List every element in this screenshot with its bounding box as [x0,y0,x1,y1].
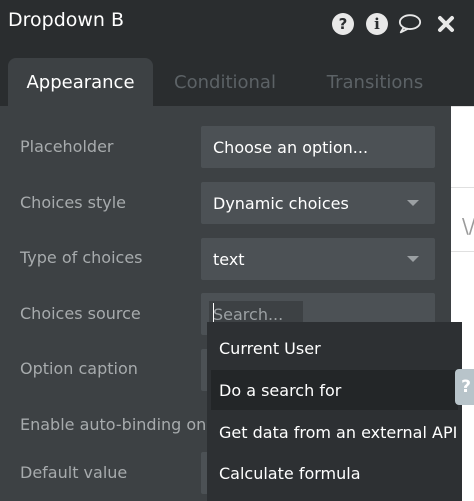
close-icon[interactable] [434,12,458,36]
choices-source-dropdown: Current User Do a search for Get data fr… [207,322,462,501]
help-side-tab[interactable]: ? [455,369,474,405]
type-of-choices-value: text [213,249,245,269]
dropdown-item-calculate-formula[interactable]: Calculate formula [211,453,458,493]
info-icon[interactable]: i [365,12,389,36]
option-caption-label: Option caption [20,359,138,378]
dropdown-item-external-api[interactable]: Get data from an external API [211,412,458,452]
help-icon[interactable]: ? [331,12,355,36]
placeholder-label: Placeholder [20,137,114,156]
editor-divider [450,251,474,252]
help-icon-glyph: ? [332,13,354,35]
info-icon-glyph: i [366,13,388,35]
placeholder-input[interactable]: Choose an option... [201,126,435,168]
choices-style-value: Dynamic choices [213,193,349,213]
default-value-label: Default value [20,463,128,482]
type-of-choices-label: Type of choices [20,248,143,267]
auto-binding-label: Enable auto-binding on p [20,415,222,434]
choices-style-select[interactable]: Dynamic choices [201,182,435,224]
chevron-down-icon [407,256,419,262]
type-of-choices-select[interactable]: text [201,238,435,280]
dropdown-item-do-a-search[interactable]: Do a search for [211,370,458,410]
panel-title: Dropdown B [8,9,125,31]
choices-source-label: Choices source [20,304,141,323]
panel-header: Dropdown B ? i [0,0,474,48]
tab-appearance[interactable]: Appearance [8,58,153,106]
dropdown-item-current-user[interactable]: Current User [211,328,458,368]
editor-text-fragment: \/ [462,214,474,238]
tab-conditional[interactable]: Conditional [160,58,290,106]
choices-style-label: Choices style [20,193,126,212]
comment-icon[interactable] [398,12,422,36]
tab-transitions[interactable]: Transitions [310,58,440,106]
chevron-down-icon [407,200,419,206]
editor-divider [450,106,474,107]
editor-divider [450,187,474,188]
